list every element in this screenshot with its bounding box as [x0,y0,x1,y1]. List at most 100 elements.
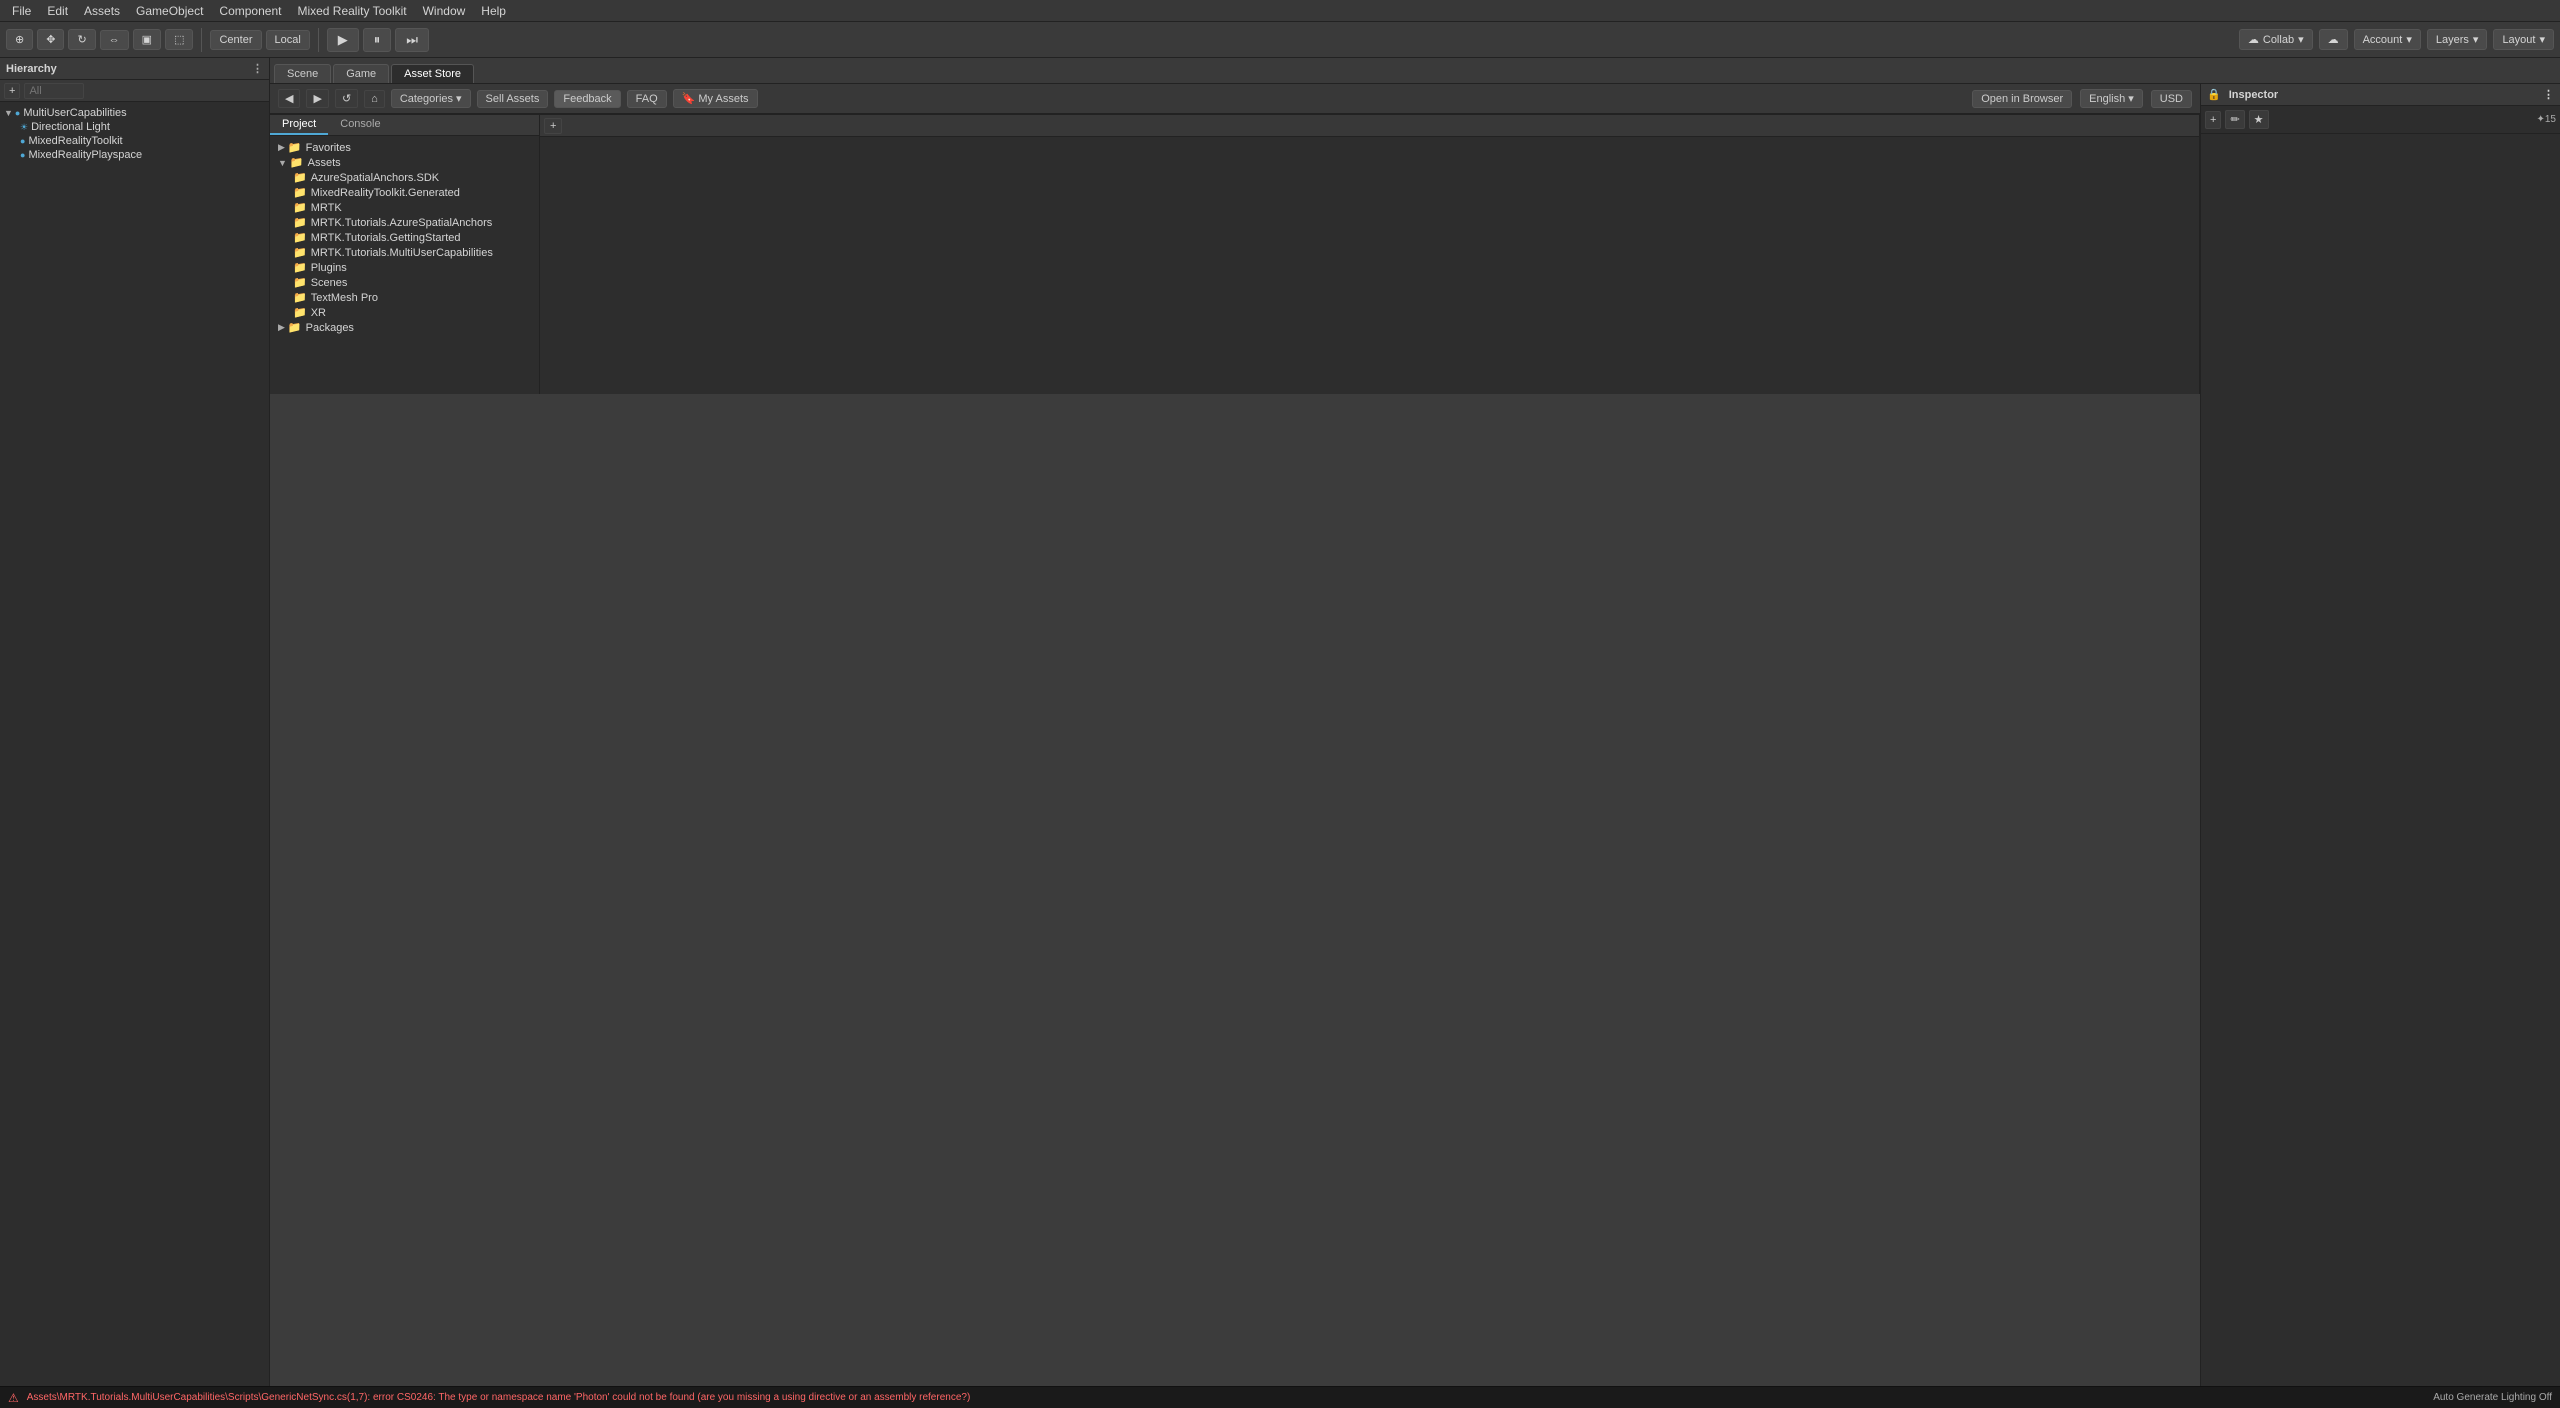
account-btn[interactable]: Account ▾ [2354,29,2421,50]
folder-icon: 📁 [293,306,307,319]
language-btn[interactable]: English ▾ [2080,89,2143,108]
as-toolbar-right: Open in Browser English ▾ USD [1972,89,2192,108]
lock-icon[interactable]: 🔒 [2207,88,2221,101]
folder-label: MRTK.Tutorials.GettingStarted [311,232,461,244]
hierarchy-search[interactable] [24,83,84,99]
nav-home[interactable]: ⌂ [364,90,385,108]
move-btn[interactable]: ✥ [37,29,64,50]
folder-icon: 📁 [293,231,307,244]
inspector-counter: ✦15 [2536,114,2556,125]
menu-edit[interactable]: Edit [39,2,76,20]
rect-btn[interactable]: ▣ [133,29,161,50]
play-btn[interactable]: ▶ [327,28,359,52]
currency-btn[interactable]: USD [2151,90,2192,108]
tab-game[interactable]: Game [333,64,389,83]
asset-folder-item[interactable]: 📁MRTK.Tutorials.MultiUserCapabilities [270,245,539,260]
asset-folder-item[interactable]: 📁 XR [270,305,539,320]
inspector-options[interactable]: ⋮ [2543,88,2554,101]
hierarchy-toolbar: + [0,80,269,102]
asset-folder-item[interactable]: 📁 Scenes [270,275,539,290]
folder-icon: 📁 [293,276,307,289]
menu-gameobject[interactable]: GameObject [128,2,211,20]
menu-assets[interactable]: Assets [76,2,128,20]
folder-label: Plugins [311,262,347,274]
menu-mrtk[interactable]: Mixed Reality Toolkit [289,2,414,20]
add-component-icon-btn[interactable]: + [2205,111,2221,129]
asset-folder-item[interactable]: ▶📁Favorites [270,140,539,155]
hierarchy-item-multiuser[interactable]: ▼ ● MultiUserCapabilities [0,106,269,120]
go-icon: ● [20,150,25,160]
folder-triangle-icon: ▼ [278,158,287,168]
main-toolbar: ⊕ ✥ ↻ ⇔ ▣ ⬚ Center Local ▶ ⏸ ⏭ ☁ Collab … [0,22,2560,58]
feedback-btn[interactable]: Feedback [554,90,620,108]
bottom-content-panel: + [540,115,2200,394]
local-btn[interactable]: Local [266,30,310,50]
folder-label: XR [311,307,326,319]
asset-folder-item[interactable]: 📁 Plugins [270,260,539,275]
folder-icon: 📁 [293,216,307,229]
collab-btn[interactable]: ☁ Collab ▾ [2239,29,2313,50]
asset-folder-item[interactable]: 📁 MRTK [270,200,539,215]
folder-label: MRTK.Tutorials.MultiUserCapabilities [311,247,493,259]
asset-folder-item[interactable]: 📁TextMesh Pro [270,290,539,305]
folder-icon: 📁 [288,321,302,334]
main-layout: Hierarchy ⋮ + ▼ ● MultiUserCapabilities … [0,58,2560,1386]
asset-folder-item[interactable]: ▼📁Assets [270,155,539,170]
project-tab[interactable]: Project [270,115,328,135]
rotate-btn[interactable]: ↻ [68,29,95,50]
center-btn[interactable]: Center [210,30,261,50]
hierarchy-item-label: MixedRealityPlayspace [28,149,142,161]
menu-file[interactable]: File [4,2,39,20]
asset-folder-item[interactable]: 📁AzureSpatialAnchors.SDK [270,170,539,185]
asset-folder-item[interactable]: 📁MixedRealityToolkit.Generated [270,185,539,200]
open-browser-btn[interactable]: Open in Browser [1972,90,2072,108]
tab-asset-store[interactable]: Asset Store [391,64,474,83]
bottom-area: Project Console ▶📁Favorites▼📁Assets📁Azur… [270,114,2200,394]
asset-folder-item[interactable]: ▶📁Packages [270,320,539,335]
tab-bar: Scene Game Asset Store [270,58,2560,84]
folder-label: Assets [308,157,341,169]
center-content: ◀ ▶ ↺ ⌂ Categories ▾ Sell Assets Feedbac… [270,84,2200,1386]
tab-scene[interactable]: Scene [274,64,331,83]
menu-window[interactable]: Window [415,2,474,20]
faq-btn[interactable]: FAQ [627,90,667,108]
categories-btn[interactable]: Categories ▾ [391,89,471,108]
sep1 [201,28,202,52]
hierarchy-item-mrtk[interactable]: ● MixedRealityToolkit [0,134,269,148]
hierarchy-options[interactable]: ⋮ [252,62,263,75]
pencil-icon-btn[interactable]: ✏ [2225,110,2244,129]
folder-icon: 📁 [293,261,307,274]
menu-help[interactable]: Help [473,2,514,20]
hierarchy-item-mrtkplayspace[interactable]: ● MixedRealityPlayspace [0,148,269,162]
folder-triangle-icon: ▶ [278,322,285,333]
nav-refresh[interactable]: ↺ [335,89,358,108]
folder-triangle-icon: ▶ [278,142,285,153]
cloud-btn[interactable]: ☁ [2319,29,2348,50]
hierarchy-item-label: MultiUserCapabilities [23,107,126,119]
nav-forward[interactable]: ▶ [306,89,328,108]
bottom-left-tabs: Project Console [270,115,539,136]
folder-label: Scenes [311,277,348,289]
sell-assets-btn[interactable]: Sell Assets [477,90,549,108]
asset-folder-item[interactable]: 📁 MRTK.Tutorials.GettingStarted [270,230,539,245]
folder-icon: 📁 [293,171,307,184]
folder-label: MRTK [311,202,342,214]
folder-icon: 📁 [293,186,307,199]
nav-back[interactable]: ◀ [278,89,300,108]
my-assets-btn[interactable]: 🔖 My Assets [673,89,758,108]
transform2-btn[interactable]: ⬚ [165,29,193,50]
menu-component[interactable]: Component [211,2,289,20]
hierarchy-item-dirlight[interactable]: ☀ Directional Light [0,120,269,134]
star-icon-btn[interactable]: ★ [2249,110,2269,129]
layers-btn[interactable]: Layers ▾ [2427,29,2488,50]
layout-btn[interactable]: Layout ▾ [2493,29,2554,50]
asset-folder-item[interactable]: 📁MRTK.Tutorials.AzureSpatialAnchors [270,215,539,230]
folder-icon: 📁 [293,201,307,214]
scale-btn[interactable]: ⇔ [100,30,129,50]
console-tab[interactable]: Console [328,115,392,135]
project-add-btn[interactable]: + [544,118,562,134]
transform-btn[interactable]: ⊕ [6,29,33,50]
pause-btn[interactable]: ⏸ [363,28,392,52]
hierarchy-add-btn[interactable]: + [4,83,20,99]
step-btn[interactable]: ⏭ [395,28,429,52]
